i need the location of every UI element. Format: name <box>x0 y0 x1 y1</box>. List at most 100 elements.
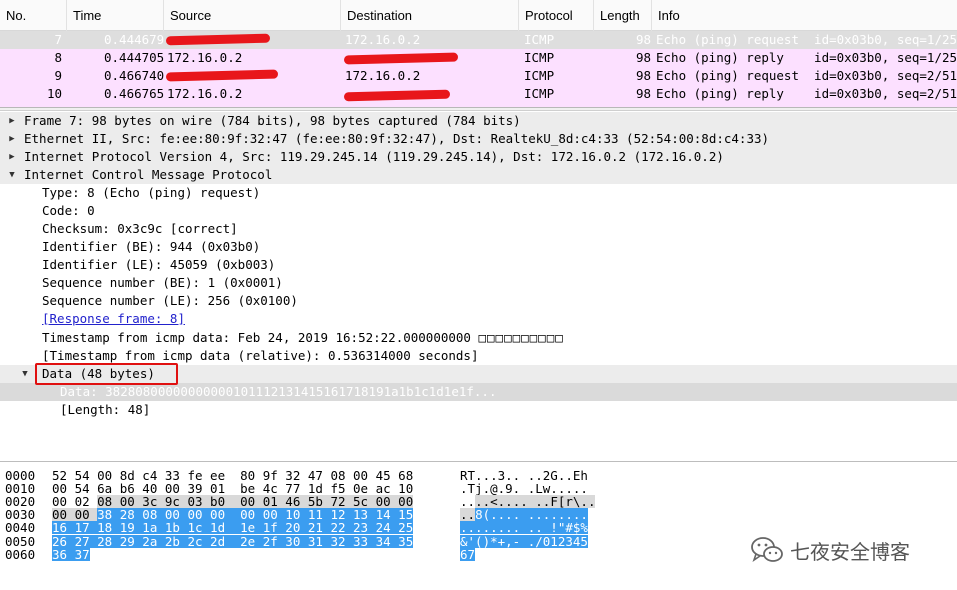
hex-bytes[interactable]: 26 27 28 29 2a 2b 2c 2d 2e 2f 30 31 32 3… <box>52 534 414 548</box>
packet-time: 0.444679 <box>104 32 165 47</box>
column-label: Time <box>73 8 102 23</box>
bytes-row[interactable]: 0030 00 00 38 28 08 00 00 00 00 00 10 11 … <box>0 507 957 523</box>
packet-protocol: ICMP <box>524 32 555 47</box>
packet-row-9[interactable]: 9 0.466740 172.16.0.2 ICMP 98 Echo (ping… <box>0 67 957 85</box>
watermark: 七夜安全博客 <box>750 532 910 568</box>
field-type[interactable]: Type: 8 (Echo (ping) request) <box>0 184 957 202</box>
column-label: Source <box>170 8 212 23</box>
column-header-destination[interactable]: Destination <box>341 0 519 31</box>
packet-protocol: ICMP <box>524 68 555 83</box>
tree-item-frame[interactable]: ▶ Frame 7: 98 bytes on wire (784 bits), … <box>0 112 957 130</box>
wechat-icon <box>751 537 783 562</box>
field-data-length[interactable]: [Length: 48] <box>0 401 957 419</box>
packet-destination: 172.16.0.2 <box>345 68 421 83</box>
packet-protocol: ICMP <box>524 50 555 65</box>
column-header-info[interactable]: Info <box>652 0 957 31</box>
field-identifier-le[interactable]: Identifier (LE): 45059 (0xb003) <box>0 256 957 274</box>
field-text: Data: 3828080000000000010111213141516171… <box>60 384 497 399</box>
field-sequence-le[interactable]: Sequence number (LE): 256 (0x0100) <box>0 292 957 310</box>
packet-info: Echo (ping) request id=0x03b0, seq=1/256… <box>656 32 957 47</box>
packet-length: 98 <box>635 32 651 47</box>
packet-destination: 172.16.0.2 <box>345 32 421 47</box>
field-checksum[interactable]: Checksum: 0x3c9c [correct] <box>0 220 957 238</box>
hex-segment: 00 00 <box>52 507 98 523</box>
ascii-segment: ........ .. !"#$% <box>460 520 588 536</box>
packet-no: 7 <box>54 32 62 47</box>
field-sequence-be[interactable]: Sequence number (BE): 1 (0x0001) <box>0 274 957 292</box>
ascii-bytes[interactable]: ..8(.... ........ <box>460 507 588 523</box>
column-label: No. <box>6 8 27 23</box>
ascii-bytes[interactable]: ....<.... ..F[r\.. <box>460 494 596 510</box>
byte-offset: 0000 <box>5 468 36 483</box>
hex-segment: 16 17 18 19 1a 1b 1c 1d 1e 1f 20 21 22 2… <box>52 520 414 536</box>
byte-offset: 0050 <box>5 533 36 549</box>
packet-source: 172.16.0.2 <box>167 50 243 65</box>
byte-offset: 0040 <box>5 520 36 536</box>
packet-row-7[interactable]: 7 0.444679 172.16.0.2 ICMP 98 Echo (ping… <box>0 31 957 49</box>
field-text: Timestamp from icmp data: Feb 24, 2019 1… <box>42 329 564 347</box>
field-text: Sequence number (BE): 1 (0x0001) <box>42 275 283 290</box>
redaction-mark <box>343 89 451 102</box>
watermark-text: 七夜安全博客 <box>790 539 910 564</box>
timestamp-garbled-text: □□□□□□□□□□ <box>478 330 564 345</box>
ascii-segment: RT...3.. ..2G..Eh <box>460 468 588 483</box>
tree-item-icmp[interactable]: ▼ Internet Control Message Protocol <box>0 166 957 184</box>
ascii-segment: .Tj.@.9. .Lw..... <box>460 481 588 497</box>
packet-row-8[interactable]: 8 0.444705 172.16.0.2 ICMP 98 Echo (ping… <box>0 49 957 67</box>
hex-segment: 38 28 08 00 00 00 00 00 10 11 12 13 14 1… <box>97 507 414 523</box>
ascii-bytes[interactable]: ........ .. !"#$% <box>460 520 588 536</box>
hex-bytes[interactable]: 00 02 08 00 3c 9c 03 b0 00 01 46 5b 72 5… <box>52 495 414 509</box>
tree-item-ip[interactable]: ▶ Internet Protocol Version 4, Src: 119.… <box>0 148 957 166</box>
tree-item-label: Internet Control Message Protocol <box>24 167 273 182</box>
triangle-down-icon[interactable]: ▼ <box>20 365 30 383</box>
tree-item-label: Ethernet II, Src: fe:ee:80:9f:32:47 (fe:… <box>24 131 770 146</box>
packet-time: 0.466740 <box>104 68 165 83</box>
column-header-no[interactable]: No. <box>0 0 67 31</box>
ascii-bytes[interactable]: .Tj.@.9. .Lw..... <box>460 482 588 495</box>
field-code[interactable]: Code: 0 <box>0 202 957 220</box>
packet-info: Echo (ping) reply id=0x03b0, seq=2/512, … <box>656 86 957 101</box>
bytes-row[interactable]: 0010 00 54 6a b6 40 00 39 01 be 4c 77 1d … <box>0 482 957 495</box>
packet-no: 10 <box>46 86 62 101</box>
packet-time: 0.466765 <box>104 86 165 101</box>
ascii-segment: 8(.... ........ <box>475 507 588 523</box>
ascii-bytes[interactable]: RT...3.. ..2G..Eh <box>460 469 588 482</box>
hex-bytes[interactable]: 00 54 6a b6 40 00 39 01 be 4c 77 1d f5 0… <box>52 482 413 495</box>
field-text: Identifier (BE): 944 (0x03b0) <box>42 239 261 254</box>
ascii-bytes[interactable]: 67 <box>460 547 476 561</box>
packet-length: 98 <box>635 50 651 65</box>
tree-item-ethernet[interactable]: ▶ Ethernet II, Src: fe:ee:80:9f:32:47 (f… <box>0 130 957 148</box>
field-identifier-be[interactable]: Identifier (BE): 944 (0x03b0) <box>0 238 957 256</box>
tree-item-label: Internet Protocol Version 4, Src: 119.29… <box>24 149 724 164</box>
column-label: Protocol <box>525 8 573 23</box>
column-header-source[interactable]: Source <box>164 0 341 31</box>
triangle-right-icon[interactable]: ▶ <box>7 148 17 166</box>
packet-info: Echo (ping) reply id=0x03b0, seq=1/256, … <box>656 50 957 65</box>
column-header-protocol[interactable]: Protocol <box>519 0 594 31</box>
hex-bytes[interactable]: 16 17 18 19 1a 1b 1c 1d 1e 1f 20 21 22 2… <box>52 520 414 536</box>
pane-splitter[interactable] <box>0 108 957 111</box>
triangle-right-icon[interactable]: ▶ <box>7 112 17 130</box>
field-data-value[interactable]: Data: 3828080000000000010111213141516171… <box>0 383 957 401</box>
field-text: [Length: 48] <box>60 402 151 417</box>
bytes-row[interactable]: 0000 52 54 00 8d c4 33 fe ee 80 9f 32 47 … <box>0 469 957 482</box>
ascii-bytes[interactable]: &'()*+,- ./012345 <box>460 534 588 548</box>
byte-offset: 0010 <box>5 481 36 497</box>
triangle-right-icon[interactable]: ▶ <box>7 130 17 148</box>
response-frame-link[interactable]: [Response frame: 8] <box>42 310 185 328</box>
field-response-frame[interactable]: [Response frame: 8] <box>0 310 957 328</box>
field-text: Checksum: 0x3c9c [correct] <box>42 221 238 236</box>
byte-offset: 0060 <box>5 546 36 562</box>
bytes-row[interactable]: 0020 00 02 08 00 3c 9c 03 b0 00 01 46 5b … <box>0 494 957 510</box>
ascii-segment: ..<.... ..F[r\.. <box>475 494 596 510</box>
packet-row-10[interactable]: 10 0.466765 172.16.0.2 ICMP 98 Echo (pin… <box>0 85 957 108</box>
ascii-segment: .. <box>460 507 476 523</box>
column-header-time[interactable]: Time <box>67 0 164 31</box>
packet-info: Echo (ping) request id=0x03b0, seq=2/512… <box>656 68 957 83</box>
column-header-length[interactable]: Length <box>594 0 652 31</box>
hex-bytes[interactable]: 36 37 <box>52 547 90 561</box>
triangle-down-icon[interactable]: ▼ <box>7 166 17 184</box>
hex-bytes[interactable]: 52 54 00 8d c4 33 fe ee 80 9f 32 47 08 0… <box>52 469 413 482</box>
hex-bytes[interactable]: 00 00 38 28 08 00 00 00 00 00 10 11 12 1… <box>52 507 414 523</box>
field-timestamp[interactable]: Timestamp from icmp data: Feb 24, 2019 1… <box>0 329 957 347</box>
